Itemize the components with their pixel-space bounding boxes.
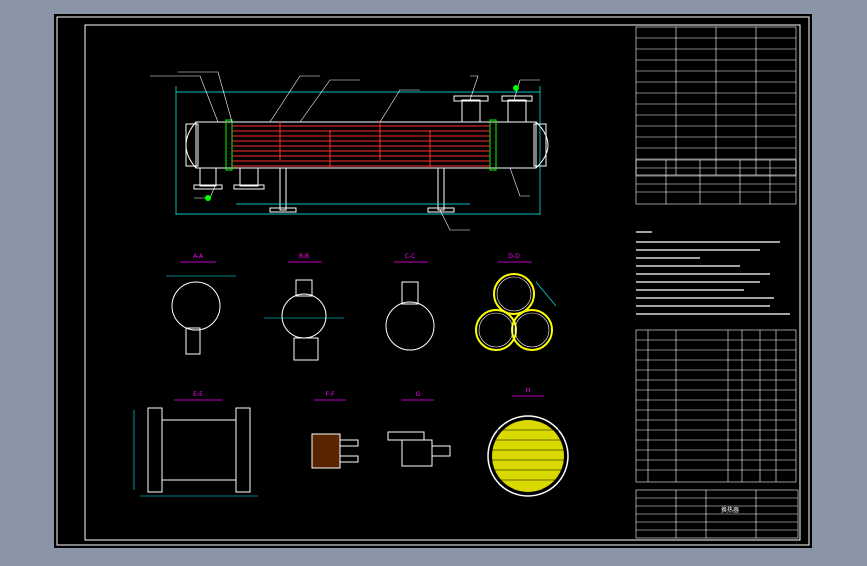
section-label-d: D-D	[508, 253, 520, 260]
section-label-e: E-E	[193, 391, 203, 398]
section-label-c: C-C	[405, 253, 416, 260]
nozzle-marker-green-2	[513, 85, 519, 91]
section-label-a: A-A	[193, 253, 204, 260]
drawing-canvas[interactable]: A-A B-B C-C D-D E-E F-F G H 换热器	[0, 0, 867, 562]
section-label-f: F-F	[325, 391, 335, 398]
section-label-b: B-B	[299, 253, 309, 260]
section-label-g: G	[416, 391, 421, 398]
cad-viewport[interactable]: A-A B-B C-C D-D E-E F-F G H 换热器	[0, 0, 867, 562]
nozzle-marker-green-1	[205, 195, 211, 201]
sheet-background	[54, 14, 812, 548]
section-label-h: H	[526, 387, 531, 394]
title-block-drawing-name: 换热器	[721, 506, 739, 514]
